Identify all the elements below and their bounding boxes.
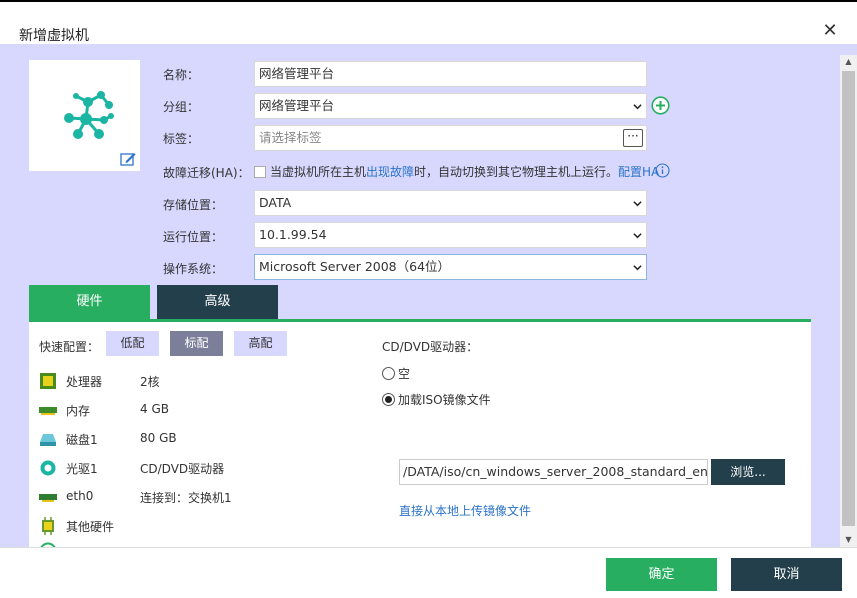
quick-config-label: 快速配置： [39,340,100,354]
cancel-button[interactable]: 取消 [731,558,842,591]
ha-option: 当虚拟机所在主机出现故障时，自动切换到其它物理主机上运行。配置HA [254,163,659,179]
ha-text-before: 当虚拟机所在主机 [270,165,367,179]
cd-iso-label: 加载ISO镜像文件 [398,393,491,407]
chevron-down-icon [633,201,642,207]
run-location-select[interactable]: 10.1.99.54 [254,222,647,248]
dialog-footer: 确定 取消 [0,547,857,598]
confirm-button[interactable]: 确定 [606,558,717,591]
dialog-body: 名称： 网络管理平台 分组： 网络管理平台 标签： 请选择标签 ··· 故障迁移… [0,44,840,547]
optical-drive-icon [40,460,56,476]
tags-label: 标签： [163,132,200,146]
tags-placeholder: 请选择标签 [259,130,322,145]
dialog-title: 新增虚拟机 [19,28,89,44]
dialog-titlebar: 新增虚拟机 ✕ [0,2,857,44]
scroll-thumb[interactable] [842,71,855,526]
cd-iso-option[interactable]: 加载ISO镜像文件 [382,391,491,407]
tab-advanced[interactable]: 高级 [157,285,278,319]
group-label: 分组： [163,100,200,114]
ha-checkbox[interactable] [254,166,266,178]
os-select[interactable]: Microsoft Server 2008（64位） [254,254,647,280]
cd-dvd-title: CD/DVD驱动器： [382,340,479,354]
info-icon[interactable] [655,163,670,178]
cd-empty-radio[interactable] [382,367,395,380]
iso-path-input[interactable]: /DATA/iso/cn_windows_server_2008_standar… [399,459,708,485]
more-tags-button[interactable]: ··· [623,129,643,147]
group-select-value: 网络管理平台 [259,98,335,113]
storage-select-value: DATA [259,195,292,210]
run-location-label: 运行位置： [163,230,224,244]
storage-select[interactable]: DATA [254,190,647,216]
add-group-icon[interactable] [651,96,670,115]
scroll-up-icon[interactable]: ▲ [840,55,857,69]
network-card-icon [39,494,57,502]
chevron-down-icon [633,265,642,271]
os-select-value: Microsoft Server 2008（64位） [259,259,451,274]
preset-standard-button[interactable]: 标配 [170,331,223,356]
name-label: 名称： [163,68,200,82]
cpu-icon [40,373,56,389]
cd-empty-option[interactable]: 空 [382,365,410,381]
chip-icon [42,517,54,535]
os-label: 操作系统： [163,262,224,276]
ha-text-after: 时，自动切换到其它物理主机上运行。 [414,165,619,179]
storage-label: 存储位置： [163,198,224,212]
scroll-down-icon[interactable]: ▼ [840,533,857,547]
preset-high-button[interactable]: 高配 [234,331,287,356]
upload-iso-link[interactable]: 直接从本地上传镜像文件 [399,502,531,519]
tags-input[interactable]: 请选择标签 ··· [254,125,647,151]
cd-empty-label: 空 [398,367,411,381]
ha-fault-link[interactable]: 出现故障 [366,165,414,179]
hardware-panel: 快速配置： 低配 标配 高配 处理器 2核 内存 4 GB 磁盘1 80 GB … [29,322,811,547]
group-select[interactable]: 网络管理平台 [254,93,647,119]
vertical-scrollbar[interactable]: ▲ ▼ [840,55,857,547]
vm-logo [29,60,140,171]
ha-label: 故障迁移(HA)： [163,166,250,180]
run-location-select-value: 10.1.99.54 [259,227,327,242]
cd-iso-radio[interactable] [382,393,395,406]
preset-low-button[interactable]: 低配 [106,331,159,356]
disk-icon [40,434,56,446]
close-icon[interactable]: ✕ [821,22,839,40]
chevron-down-icon [633,233,642,239]
configure-ha-link[interactable]: 配置HA [618,165,659,179]
edit-icon[interactable] [120,152,136,166]
chevron-down-icon [633,104,642,110]
memory-icon [39,407,57,415]
tab-hardware[interactable]: 硬件 [29,285,150,319]
name-input[interactable]: 网络管理平台 [254,61,647,87]
browse-button[interactable]: 浏览... [711,459,785,485]
